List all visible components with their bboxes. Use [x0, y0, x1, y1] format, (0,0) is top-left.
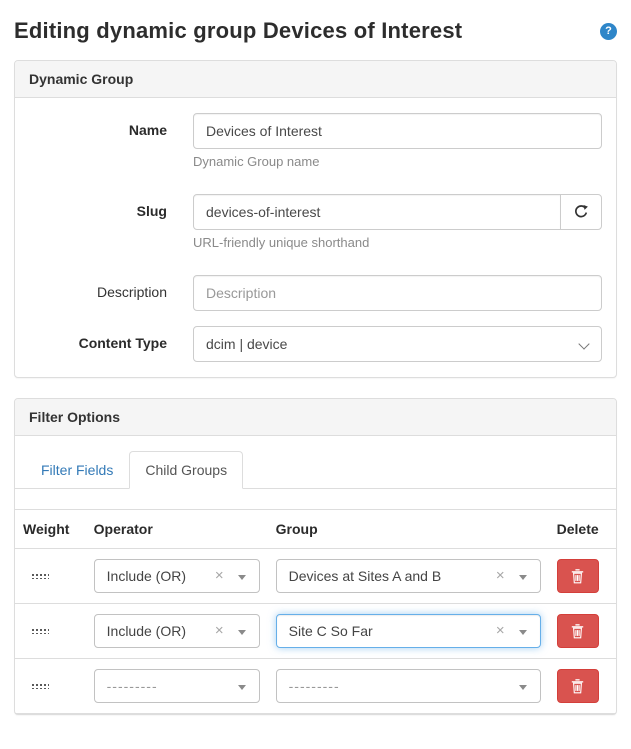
- child-groups-table-body: Include (OR) × Devices at Sites A and B …: [15, 549, 616, 714]
- x-clear-icon[interactable]: ×: [215, 622, 224, 640]
- name-label: Name: [29, 113, 167, 179]
- child-group-row: Include (OR) × Site C So Far ×: [15, 604, 616, 659]
- filter-tabs: Filter Fields Child Groups: [15, 451, 616, 489]
- dynamic-group-panel: Dynamic Group Name Dynamic Group name Sl…: [14, 60, 617, 378]
- operator-select-value: Include (OR): [107, 568, 186, 584]
- filter-options-panel-body: Filter Fields Child Groups Weight Operat…: [15, 436, 616, 714]
- filter-options-panel: Filter Options Filter Fields Child Group…: [14, 398, 617, 715]
- page-title: Editing dynamic group Devices of Interes…: [14, 18, 462, 44]
- delete-row-button[interactable]: [557, 559, 599, 593]
- slug-input[interactable]: [193, 194, 561, 230]
- content-type-value: dcim | device: [206, 336, 287, 352]
- filter-options-panel-title: Filter Options: [15, 399, 616, 436]
- description-label: Description: [29, 275, 167, 311]
- refresh-icon: [573, 204, 589, 220]
- caret-down-icon[interactable]: [519, 575, 527, 580]
- group-select[interactable]: Devices at Sites A and B ×: [276, 559, 541, 593]
- x-clear-icon[interactable]: ×: [215, 567, 224, 585]
- drag-handle-dots-icon[interactable]: [31, 628, 49, 634]
- delete-column-header: Delete: [549, 510, 616, 549]
- operator-select-value: ---------: [107, 678, 158, 694]
- content-type-field-group: Content Type dcim | device: [29, 326, 602, 362]
- child-groups-header-row: Weight Operator Group Delete: [15, 510, 616, 549]
- dynamic-group-panel-body: Name Dynamic Group name Slug: [15, 98, 616, 377]
- operator-column-header: Operator: [86, 510, 268, 549]
- child-groups-table: Weight Operator Group Delete Include (OR…: [15, 509, 616, 714]
- child-group-row: Include (OR) × Devices at Sites A and B …: [15, 549, 616, 604]
- chevron-down-icon: [578, 338, 589, 349]
- dynamic-group-panel-title: Dynamic Group: [15, 61, 616, 98]
- trash-icon: [571, 569, 584, 584]
- weight-column-header: Weight: [15, 510, 86, 549]
- drag-handle-dots-icon[interactable]: [31, 573, 49, 579]
- caret-down-icon[interactable]: [238, 685, 246, 690]
- drag-handle-dots-icon[interactable]: [31, 683, 49, 689]
- tab-child-groups[interactable]: Child Groups: [129, 451, 243, 489]
- tab-filter-fields[interactable]: Filter Fields: [25, 451, 129, 489]
- description-input[interactable]: [193, 275, 602, 311]
- trash-icon: [571, 679, 584, 694]
- caret-down-icon[interactable]: [238, 575, 246, 580]
- operator-select[interactable]: Include (OR) ×: [94, 559, 260, 593]
- x-clear-icon[interactable]: ×: [496, 567, 505, 585]
- slug-field-group: Slug URL-friendly: [29, 194, 602, 260]
- slug-regenerate-button[interactable]: [560, 194, 602, 230]
- caret-down-icon[interactable]: [519, 630, 527, 635]
- page-header: Editing dynamic group Devices of Interes…: [14, 18, 617, 44]
- name-input[interactable]: [193, 113, 602, 149]
- slug-help-text: URL-friendly unique shorthand: [193, 235, 602, 250]
- operator-select[interactable]: --------- ×: [94, 669, 260, 703]
- group-select-value: Site C So Far: [289, 623, 373, 639]
- group-select[interactable]: Site C So Far ×: [276, 614, 541, 648]
- edit-dynamic-group-page: Editing dynamic group Devices of Interes…: [0, 0, 631, 749]
- delete-row-button[interactable]: [557, 614, 599, 648]
- operator-select[interactable]: Include (OR) ×: [94, 614, 260, 648]
- content-type-label: Content Type: [29, 326, 167, 362]
- operator-select-value: Include (OR): [107, 623, 186, 639]
- slug-label: Slug: [29, 194, 167, 260]
- name-help-text: Dynamic Group name: [193, 154, 602, 169]
- group-select-value: Devices at Sites A and B: [289, 568, 442, 584]
- question-circle-icon[interactable]: ?: [600, 23, 617, 40]
- caret-down-icon[interactable]: [519, 685, 527, 690]
- content-type-select[interactable]: dcim | device: [193, 326, 602, 362]
- caret-down-icon[interactable]: [238, 630, 246, 635]
- delete-row-button[interactable]: [557, 669, 599, 703]
- group-select[interactable]: --------- ×: [276, 669, 541, 703]
- child-group-row: --------- × --------- ×: [15, 659, 616, 714]
- trash-icon: [571, 624, 584, 639]
- group-column-header: Group: [268, 510, 549, 549]
- name-field-group: Name Dynamic Group name: [29, 113, 602, 179]
- group-select-value: ---------: [289, 678, 340, 694]
- x-clear-icon[interactable]: ×: [496, 622, 505, 640]
- description-field-group: Description: [29, 275, 602, 311]
